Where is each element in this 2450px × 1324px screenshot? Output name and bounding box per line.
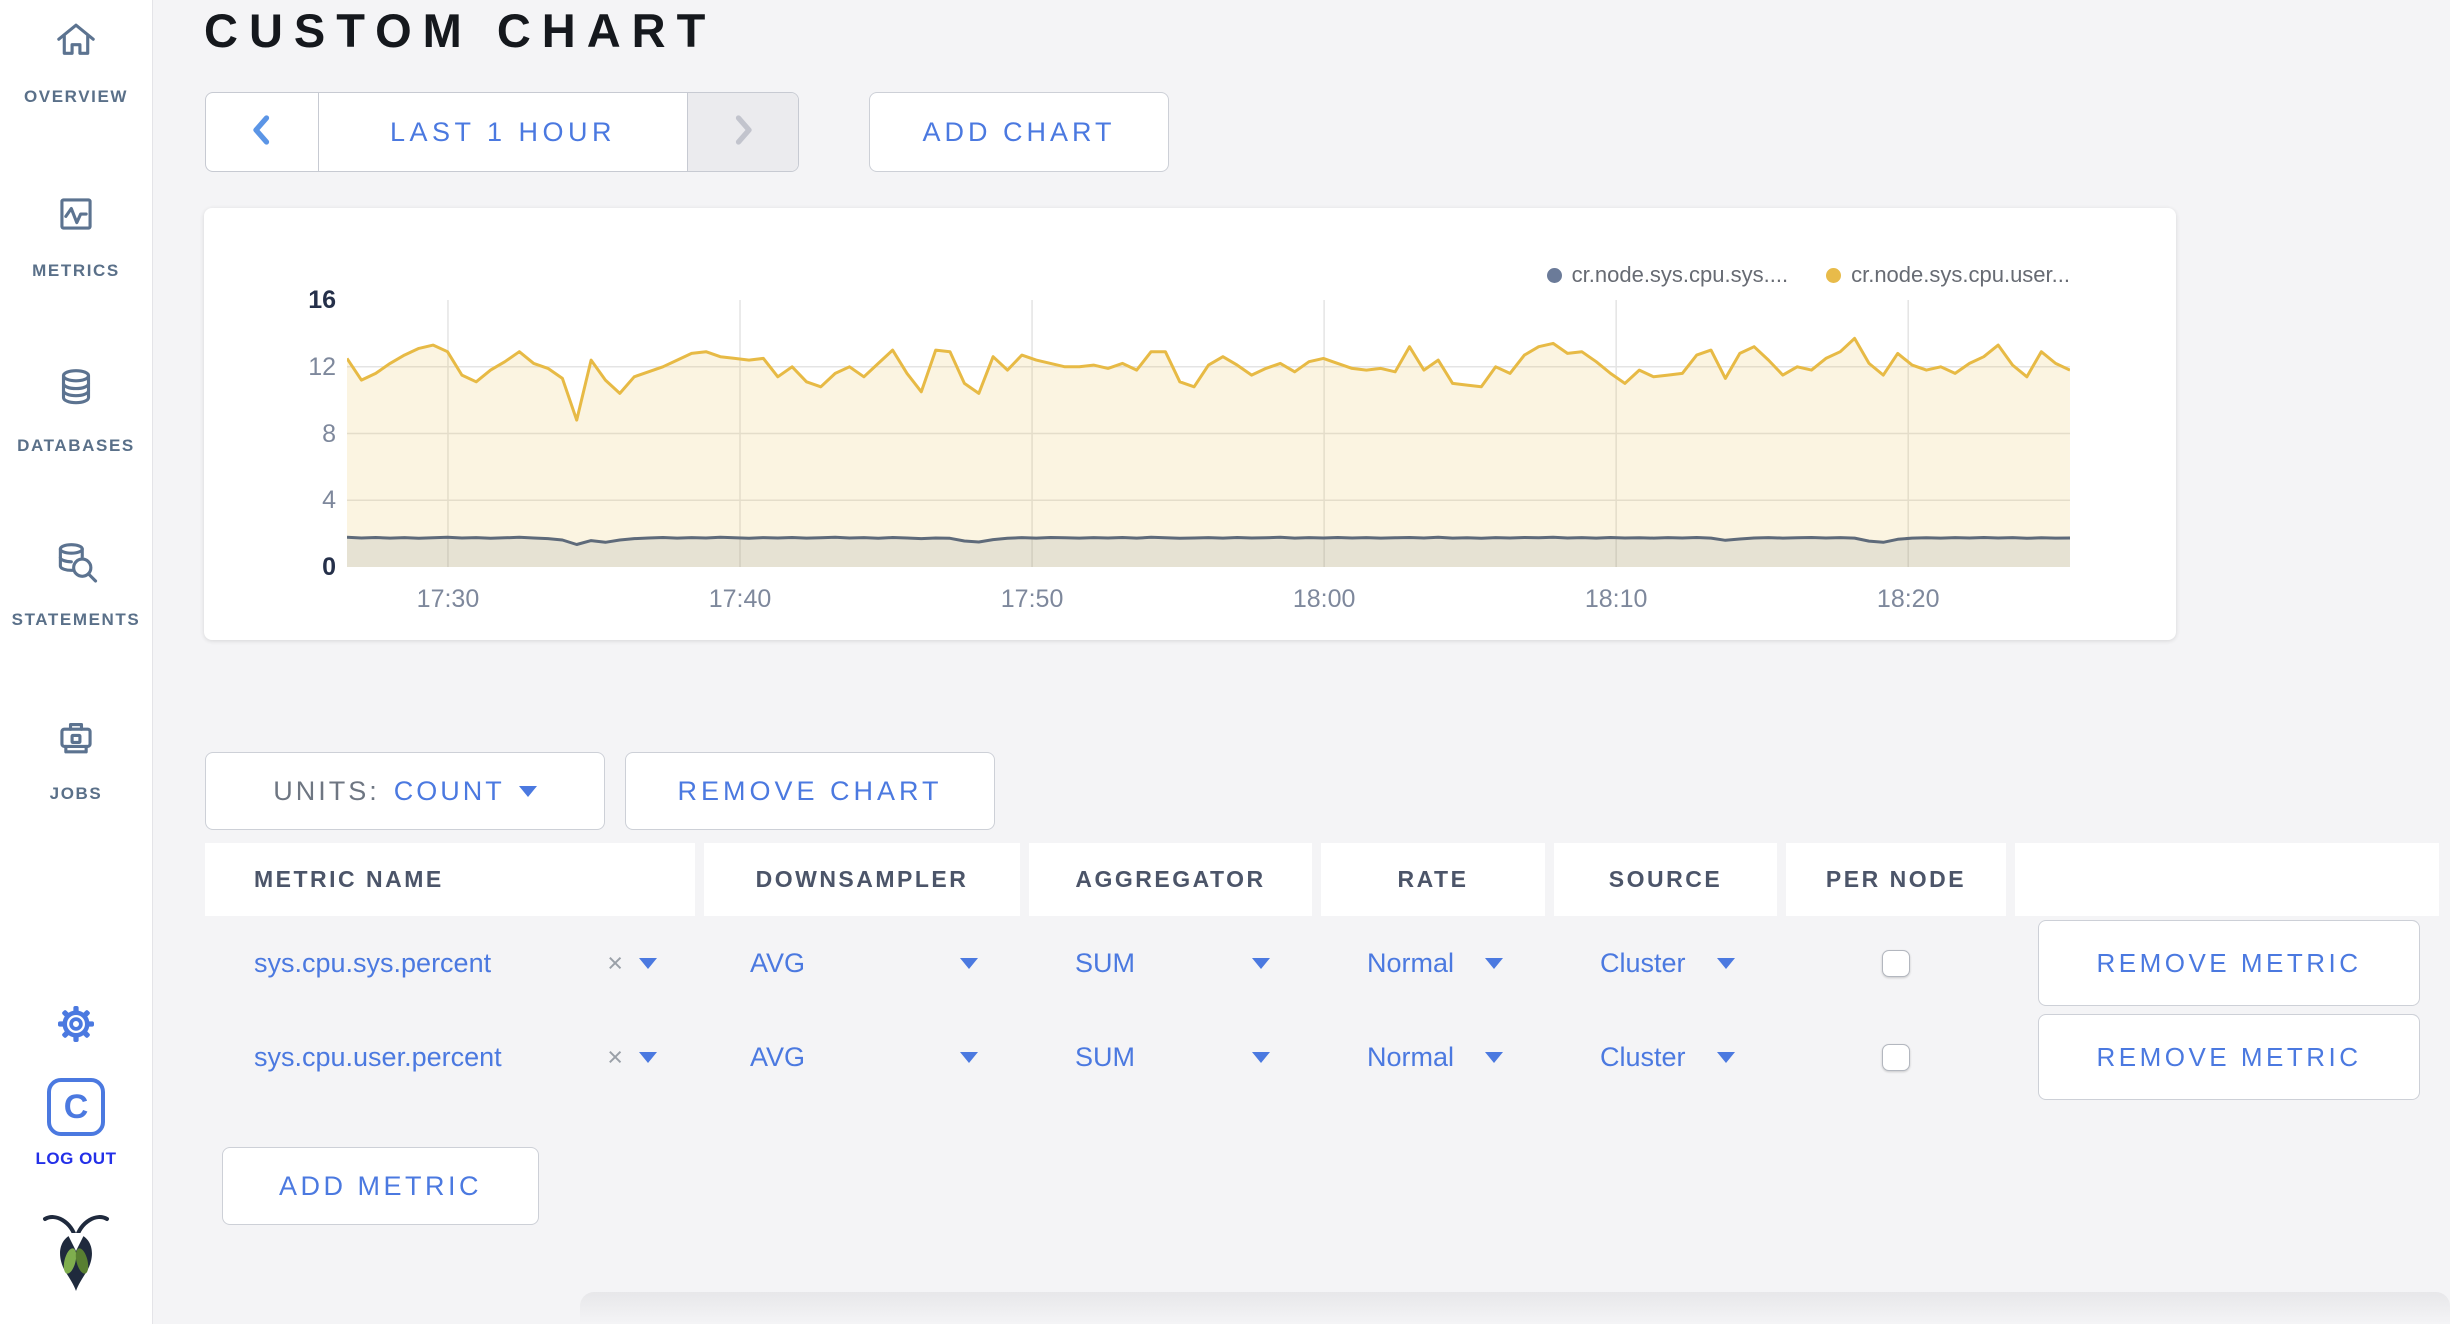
y-axis-tick: 4 bbox=[322, 486, 336, 515]
remove-metric-button[interactable]: REMOVE METRIC bbox=[2038, 920, 2420, 1006]
x-axis-tick: 18:00 bbox=[1292, 585, 1356, 613]
legend-item[interactable]: cr.node.sys.cpu.user... bbox=[1826, 262, 2070, 288]
y-axis-tick: 0 bbox=[322, 553, 336, 581]
column-header: PER NODE bbox=[1786, 843, 2006, 916]
units-value: COUNT bbox=[393, 775, 505, 806]
cockroach-c-logo: C bbox=[47, 1078, 105, 1136]
chevron-down-icon bbox=[518, 785, 537, 797]
column-header: METRIC NAME bbox=[205, 843, 695, 916]
table-row-pernode-cell bbox=[1786, 916, 2006, 1010]
y-axis-tick: 8 bbox=[322, 419, 336, 448]
table-row-metric-cell: sys.cpu.user.percent × bbox=[205, 1010, 695, 1104]
x-axis-tick: 17:50 bbox=[1000, 585, 1064, 613]
column-header: AGGREGATOR bbox=[1029, 843, 1312, 916]
time-range-prev-button[interactable] bbox=[206, 93, 319, 171]
page-title: CUSTOM CHART bbox=[204, 4, 717, 57]
units-label: UNITS: bbox=[273, 775, 380, 806]
chevron-down-icon bbox=[960, 1051, 978, 1063]
add-chart-button[interactable]: ADD CHART bbox=[869, 92, 1169, 172]
metric-combo-controls: × bbox=[607, 949, 657, 977]
table-row-actions-cell: REMOVE METRIC bbox=[2015, 1010, 2439, 1104]
x-axis-tick: 17:40 bbox=[708, 585, 772, 613]
logo-letter: C bbox=[63, 1087, 89, 1126]
sidebar: C LOG OUT OVERVIEW METRICS DATABASES STATEM… bbox=[0, 0, 153, 1324]
time-range-next-button[interactable] bbox=[687, 93, 798, 171]
sidebar-item-overview[interactable]: OVERVIEW bbox=[0, 14, 152, 107]
statements-icon bbox=[50, 537, 102, 589]
chevron-down-icon bbox=[960, 957, 978, 969]
legend-label: cr.node.sys.cpu.user... bbox=[1851, 262, 2070, 287]
chart-card: cr.node.sys.cpu.sys.... cr.node.sys.cpu.u… bbox=[204, 208, 2176, 640]
clear-metric-icon[interactable]: × bbox=[607, 949, 623, 977]
downsampler-dropdown[interactable]: AVG bbox=[704, 1010, 1020, 1104]
legend-label: cr.node.sys.cpu.sys.... bbox=[1571, 262, 1789, 287]
remove-metric-button[interactable]: REMOVE METRIC bbox=[2038, 1014, 2420, 1100]
chevron-down-icon[interactable] bbox=[639, 957, 657, 969]
databases-icon bbox=[50, 363, 102, 415]
sidebar-item-statements[interactable]: STATEMENTS bbox=[0, 537, 152, 630]
aggregator-dropdown[interactable]: SUM bbox=[1029, 1010, 1312, 1104]
sidebar-item-metrics[interactable]: METRICS bbox=[0, 188, 152, 281]
legend-dot-icon bbox=[1826, 267, 1842, 283]
rate-dropdown[interactable]: Normal bbox=[1321, 916, 1545, 1010]
chevron-down-icon[interactable] bbox=[639, 1051, 657, 1063]
chart-plot-area bbox=[347, 300, 2070, 567]
add-metric-button[interactable]: ADD METRIC bbox=[222, 1147, 539, 1225]
source-dropdown[interactable]: Cluster bbox=[1554, 916, 1777, 1010]
table-row-metric-cell: sys.cpu.sys.percent × bbox=[205, 916, 695, 1010]
metrics-icon bbox=[50, 188, 102, 240]
cockroach-icon bbox=[0, 1205, 152, 1295]
per-node-checkbox[interactable] bbox=[1882, 1043, 1910, 1071]
x-axis-tick: 17:30 bbox=[416, 585, 480, 613]
sidebar-item-jobs[interactable]: JOBS bbox=[0, 711, 152, 804]
chevron-down-icon bbox=[1485, 1051, 1503, 1063]
legend-dot-icon bbox=[1546, 267, 1562, 283]
chevron-down-icon bbox=[1717, 957, 1735, 969]
metric-name-dropdown[interactable]: sys.cpu.user.percent bbox=[254, 1042, 502, 1073]
chevron-right-icon bbox=[731, 112, 755, 153]
chevron-down-icon bbox=[1485, 957, 1503, 969]
chevron-down-icon bbox=[1717, 1051, 1735, 1063]
clear-metric-icon[interactable]: × bbox=[607, 1043, 623, 1071]
time-range-value[interactable]: LAST 1 HOUR bbox=[319, 93, 687, 171]
column-header: DOWNSAMPLER bbox=[704, 843, 1020, 916]
column-header bbox=[2015, 843, 2439, 916]
rate-dropdown[interactable]: Normal bbox=[1321, 1010, 1545, 1104]
home-icon bbox=[50, 14, 102, 66]
jobs-icon bbox=[50, 711, 102, 763]
aggregator-dropdown[interactable]: SUM bbox=[1029, 916, 1312, 1010]
time-range-selector: LAST 1 HOUR bbox=[205, 92, 799, 172]
chart-legend: cr.node.sys.cpu.sys.... cr.node.sys.cpu.u… bbox=[1546, 262, 2070, 288]
gear-icon bbox=[52, 1000, 100, 1053]
chevron-left-icon bbox=[250, 112, 274, 153]
remove-chart-button[interactable]: REMOVE CHART bbox=[625, 752, 995, 830]
table-row-actions-cell: REMOVE METRIC bbox=[2015, 916, 2439, 1010]
column-header: RATE bbox=[1321, 843, 1545, 916]
sidebar-item-databases[interactable]: DATABASES bbox=[0, 363, 152, 456]
units-dropdown[interactable]: UNITS: COUNT bbox=[205, 752, 605, 830]
chevron-down-icon bbox=[1252, 1051, 1270, 1063]
metric-name-dropdown[interactable]: sys.cpu.sys.percent bbox=[254, 948, 491, 979]
x-axis-tick: 18:20 bbox=[1876, 585, 1940, 613]
metrics-table: METRIC NAME DOWNSAMPLER AGGREGATOR RATE SOUR… bbox=[205, 843, 2439, 1104]
downsampler-dropdown[interactable]: AVG bbox=[704, 916, 1020, 1010]
logout-button[interactable]: C LOG OUT bbox=[0, 1078, 152, 1169]
y-axis-tick: 12 bbox=[308, 352, 336, 381]
legend-item[interactable]: cr.node.sys.cpu.sys.... bbox=[1546, 262, 1789, 288]
logout-label: LOG OUT bbox=[35, 1149, 117, 1168]
y-axis-tick: 16 bbox=[308, 286, 336, 314]
per-node-checkbox[interactable] bbox=[1882, 949, 1910, 977]
x-axis-tick: 18:10 bbox=[1584, 585, 1648, 613]
source-dropdown[interactable]: Cluster bbox=[1554, 1010, 1777, 1104]
table-row-pernode-cell bbox=[1786, 1010, 2006, 1104]
metric-combo-controls: × bbox=[607, 1043, 657, 1071]
chevron-down-icon bbox=[1252, 957, 1270, 969]
next-card-shadow bbox=[580, 1292, 2450, 1324]
column-header: SOURCE bbox=[1554, 843, 1777, 916]
custom-chart-page: C LOG OUT OVERVIEW METRICS DATABASES STATEM… bbox=[0, 0, 2450, 1324]
settings-button[interactable] bbox=[0, 1000, 152, 1053]
